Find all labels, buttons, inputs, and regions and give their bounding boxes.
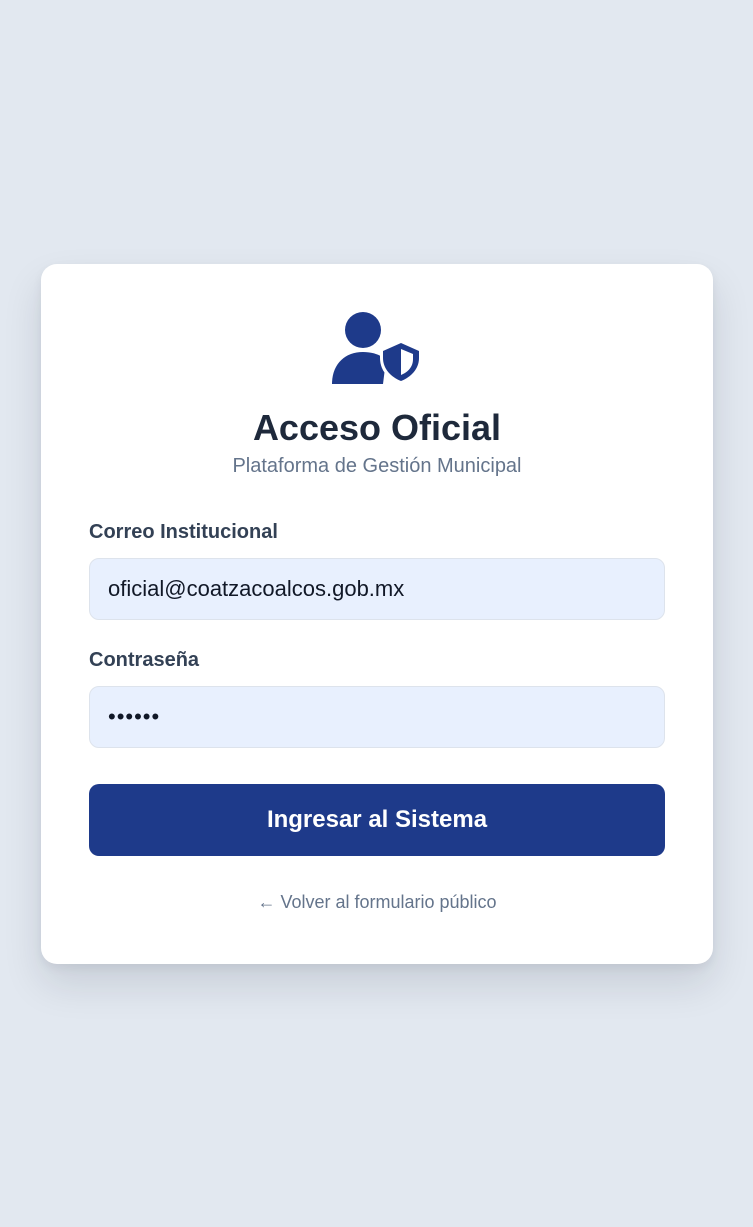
password-label: Contraseña [89, 649, 200, 671]
email-label: Correo Institucional [89, 521, 278, 543]
page-subtitle: Plataforma de Gestión Municipal [232, 455, 522, 477]
email-field[interactable] [89, 558, 665, 620]
user-shield-icon [332, 312, 422, 385]
password-field[interactable] [89, 686, 665, 748]
page-title: Acceso Oficial [252, 407, 502, 448]
login-card: Acceso Oficial Plataforma de Gestión Mun… [41, 264, 713, 964]
back-to-public-form-link[interactable]: ← Volver al formulario público [41, 890, 713, 914]
login-button[interactable]: Ingresar al Sistema [89, 784, 665, 856]
